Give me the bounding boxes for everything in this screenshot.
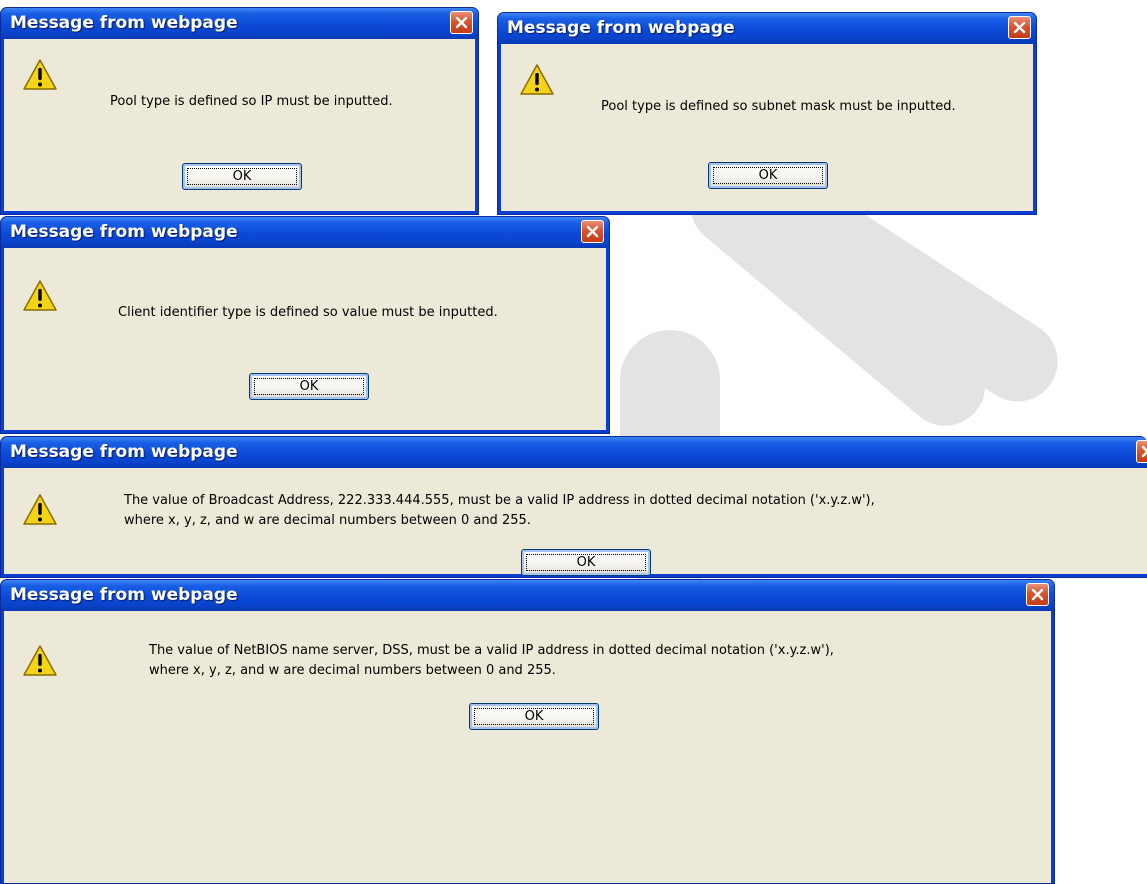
close-icon — [1141, 445, 1147, 458]
dialog-body: Client identifier type is defined so val… — [4, 248, 606, 430]
close-button[interactable] — [1026, 583, 1049, 606]
ok-button[interactable]: OK — [469, 703, 599, 730]
ok-button[interactable]: OK — [708, 162, 828, 189]
ok-button[interactable]: OK — [521, 549, 651, 576]
dialog-titlebar[interactable]: Message from webpage — [1, 437, 1147, 468]
message-line: The value of Broadcast Address, 222.333.… — [124, 493, 875, 508]
dialog-message: The value of Broadcast Address, 222.333.… — [124, 491, 875, 531]
dialog-titlebar[interactable]: Message from webpage — [498, 13, 1036, 44]
dialog-title: Message from webpage — [507, 18, 735, 38]
warning-icon — [23, 280, 57, 311]
dialog-body: Pool type is defined so IP must be input… — [4, 39, 475, 211]
close-icon — [586, 225, 599, 238]
close-icon — [1031, 588, 1044, 601]
dialog-titlebar[interactable]: Message from webpage — [1, 8, 478, 39]
dialog-title: Message from webpage — [10, 585, 238, 605]
warning-icon — [520, 64, 554, 95]
close-icon — [455, 16, 468, 29]
warning-icon — [23, 59, 57, 90]
dialog-titlebar[interactable]: Message from webpage — [1, 580, 1054, 611]
dialog-body: The value of Broadcast Address, 222.333.… — [4, 468, 1147, 576]
message-line: where x, y, z, and w are decimal numbers… — [124, 513, 531, 528]
alert-dialog: Message from webpage Pool type is define… — [0, 7, 479, 215]
message-line: Pool type is defined so IP must be input… — [110, 94, 393, 109]
close-button[interactable] — [1136, 440, 1147, 463]
dialog-body: Pool type is defined so subnet mask must… — [501, 44, 1033, 211]
ok-button[interactable]: OK — [182, 163, 302, 190]
close-icon — [1013, 21, 1026, 34]
message-line: Pool type is defined so subnet mask must… — [601, 99, 956, 114]
dialog-message: The value of NetBIOS name server, DSS, m… — [149, 641, 834, 681]
dialog-message: Pool type is defined so IP must be input… — [110, 92, 393, 112]
message-line: where x, y, z, and w are decimal numbers… — [149, 663, 556, 678]
alert-dialog: Message from webpage Pool type is define… — [497, 12, 1037, 215]
dialog-message: Client identifier type is defined so val… — [118, 303, 498, 323]
dialog-title: Message from webpage — [10, 13, 238, 33]
dialog-titlebar[interactable]: Message from webpage — [1, 217, 609, 248]
close-button[interactable] — [1008, 16, 1031, 39]
warning-icon — [23, 494, 57, 525]
dialog-title: Message from webpage — [10, 442, 238, 462]
alert-dialog: Message from webpage Client identifier t… — [0, 216, 610, 434]
message-line: Client identifier type is defined so val… — [118, 305, 498, 320]
alert-dialog: Message from webpage The value of NetBIO… — [0, 579, 1055, 884]
dialog-title: Message from webpage — [10, 222, 238, 242]
dialog-body: The value of NetBIOS name server, DSS, m… — [4, 611, 1051, 883]
warning-icon — [23, 645, 57, 676]
ok-button[interactable]: OK — [249, 373, 369, 400]
message-line: The value of NetBIOS name server, DSS, m… — [149, 643, 834, 658]
close-button[interactable] — [581, 220, 604, 243]
screenshot-canvas: Message from webpage Pool type is define… — [0, 0, 1147, 884]
dialog-message: Pool type is defined so subnet mask must… — [601, 97, 956, 117]
alert-dialog: Message from webpage The value of Broadc… — [0, 436, 1147, 578]
close-button[interactable] — [450, 11, 473, 34]
